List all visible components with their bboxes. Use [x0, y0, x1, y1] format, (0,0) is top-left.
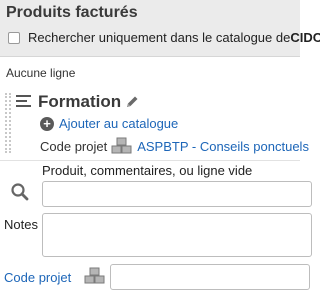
- notes-label: Notes: [4, 217, 38, 232]
- invoiced-products-header: Produits facturés Rechercher uniquement …: [0, 0, 320, 57]
- cid-search-label-bold: CIDO: [290, 30, 320, 45]
- plus-circle-icon: +: [40, 116, 54, 131]
- search-icon: [11, 183, 29, 201]
- cid-search-checkbox[interactable]: [8, 31, 20, 44]
- product-search-input[interactable]: [42, 181, 312, 207]
- project-code-value-link[interactable]: ASPBTP - Conseils ponctuels: [137, 139, 309, 154]
- drag-handle-dots[interactable]: [5, 93, 7, 153]
- project-code-row: Code projet ASPBTP - Conseils ponctuels: [40, 137, 309, 155]
- boxes-icon: [111, 137, 132, 154]
- add-to-catalog-link[interactable]: Ajouter au catalogue: [59, 116, 178, 131]
- project-code-link[interactable]: Code projet: [4, 270, 71, 285]
- project-code-input[interactable]: [110, 264, 310, 290]
- project-code-label: Code projet: [40, 138, 108, 154]
- pencil-icon[interactable]: [124, 94, 140, 110]
- page-title: Produits facturés: [6, 4, 138, 21]
- add-to-catalog-row[interactable]: + Ajouter au catalogue: [40, 116, 178, 131]
- drag-handle-dots-2[interactable]: [9, 93, 11, 153]
- notes-textarea[interactable]: [42, 213, 312, 257]
- divider: [0, 160, 300, 161]
- boxes-icon: [84, 267, 105, 284]
- section-title: Formation: [38, 92, 122, 111]
- reorder-icon[interactable]: [16, 95, 31, 107]
- cid-search-label: Rechercher uniquement dans le catalogue …: [28, 30, 291, 45]
- cid-search-option[interactable]: Rechercher uniquement dans le catalogue …: [8, 30, 320, 45]
- empty-lines-message: Aucune ligne: [6, 66, 76, 80]
- product-field-label: Produit, commentaires, ou ligne vide: [42, 163, 253, 178]
